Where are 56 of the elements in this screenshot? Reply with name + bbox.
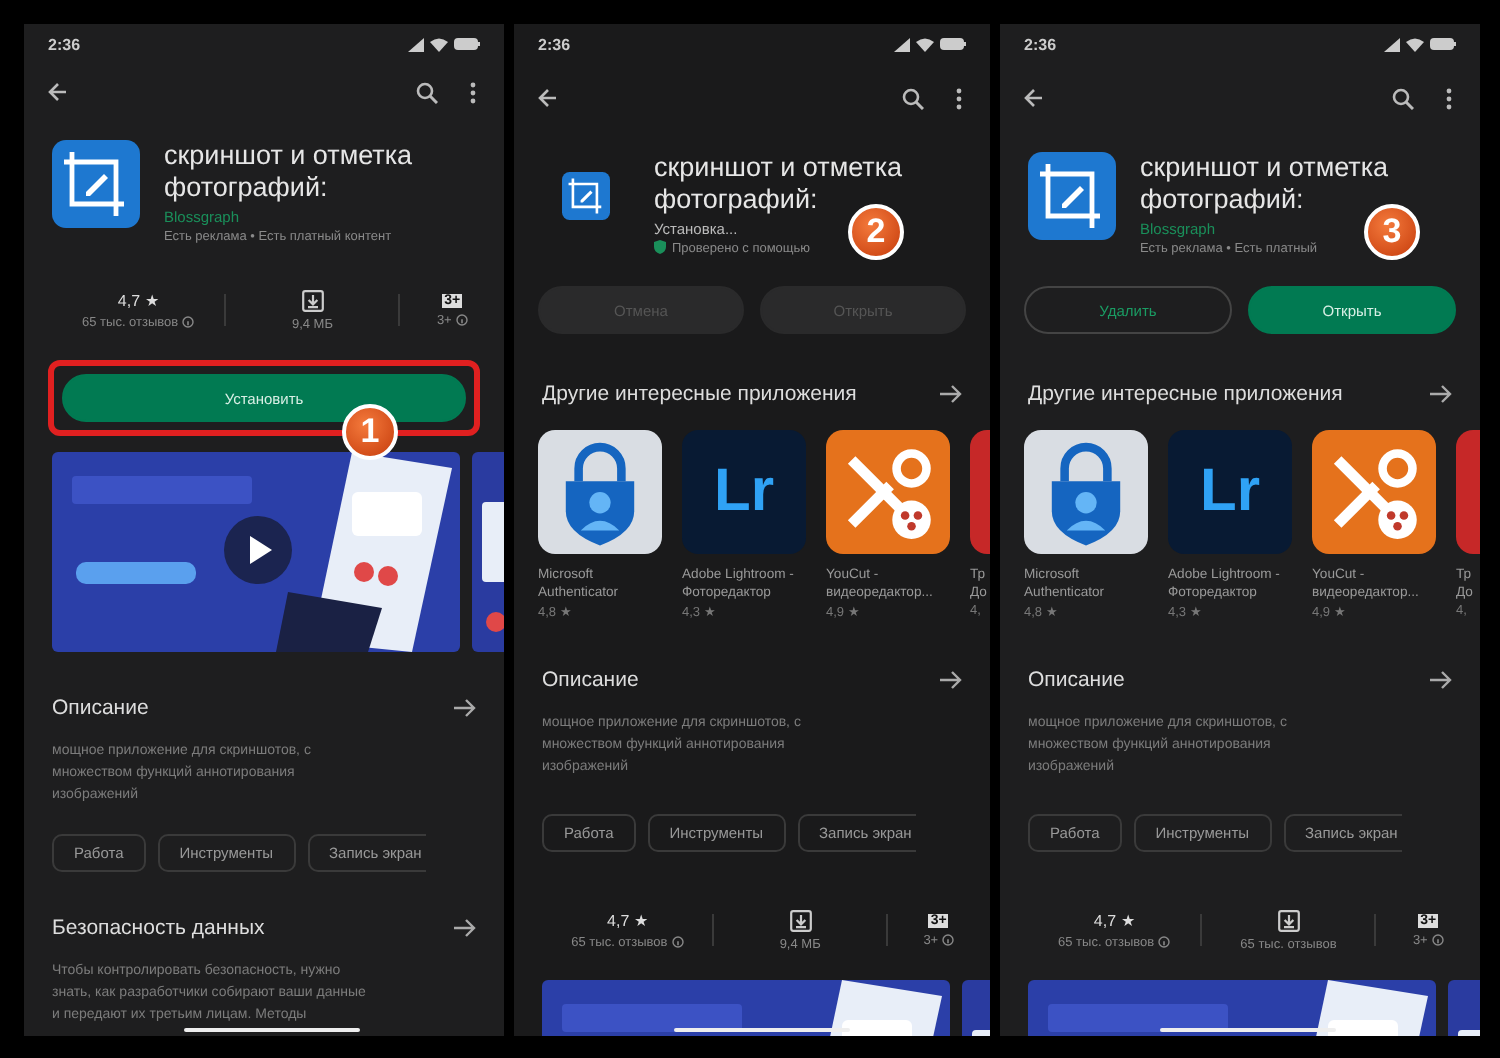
arrow-right-icon[interactable]: [940, 670, 962, 690]
info-icon[interactable]: [455, 314, 468, 326]
shield-icon: [654, 240, 666, 254]
lock-icon[interactable]: [1024, 430, 1148, 554]
rating-value: 4,7 ★: [117, 291, 159, 309]
status-time: 2:36: [538, 35, 571, 53]
wifi-icon: [430, 37, 448, 51]
info-icon[interactable]: [942, 934, 955, 946]
info-icon[interactable]: [1431, 934, 1444, 946]
download-icon: [789, 909, 812, 931]
arrow-right-icon[interactable]: [454, 698, 476, 718]
step-badge: 2: [848, 204, 904, 260]
search-icon[interactable]: [416, 81, 438, 103]
arrow-right-icon[interactable]: [1430, 670, 1452, 690]
step-badge: 3: [1364, 204, 1420, 260]
scissors-icon[interactable]: [1312, 430, 1436, 554]
info-icon[interactable]: [1158, 936, 1171, 948]
rating-value: 4,7 ★: [607, 911, 648, 929]
section-title: Описание: [52, 696, 149, 720]
arrow-right-icon[interactable]: [1430, 384, 1452, 404]
section-title: Безопасность данных: [52, 916, 265, 940]
section-title: Другие интересные приложения: [542, 382, 857, 406]
back-icon[interactable]: [48, 82, 68, 102]
arrow-right-icon[interactable]: [454, 918, 476, 938]
info-icon[interactable]: [671, 936, 684, 948]
more-icon[interactable]: [1446, 87, 1452, 109]
search-icon[interactable]: [902, 87, 924, 109]
app-logo[interactable]: Lr: [682, 430, 806, 554]
section-title: Описание: [1028, 668, 1125, 692]
download-icon: [1277, 909, 1300, 931]
wifi-icon: [1406, 37, 1424, 51]
info-icon[interactable]: [182, 316, 195, 328]
signal-icon: [1384, 37, 1400, 51]
rating-value: 4,7 ★: [1093, 911, 1135, 929]
wifi-icon: [916, 37, 934, 51]
back-icon[interactable]: [1024, 88, 1044, 108]
status-time: 2:36: [48, 35, 81, 53]
app-logo[interactable]: Lr: [1168, 430, 1292, 554]
play-button[interactable]: [224, 516, 292, 584]
battery-icon: [940, 38, 966, 50]
download-icon: [301, 289, 324, 311]
battery-icon: [1430, 38, 1456, 50]
section-title: Описание: [542, 668, 639, 692]
app-title: скриншот и отметка фотографий:: [164, 140, 415, 204]
more-icon[interactable]: [470, 81, 476, 103]
more-icon[interactable]: [956, 87, 962, 109]
arrow-right-icon[interactable]: [940, 384, 962, 404]
lock-icon[interactable]: [538, 430, 662, 554]
scissors-icon[interactable]: [826, 430, 950, 554]
search-icon[interactable]: [1392, 87, 1414, 109]
battery-icon: [454, 38, 480, 50]
signal-icon: [894, 37, 910, 51]
section-title: Другие интересные приложения: [1028, 382, 1343, 406]
back-icon[interactable]: [538, 88, 558, 108]
status-time: 2:36: [1024, 35, 1057, 53]
signal-icon: [408, 37, 424, 51]
